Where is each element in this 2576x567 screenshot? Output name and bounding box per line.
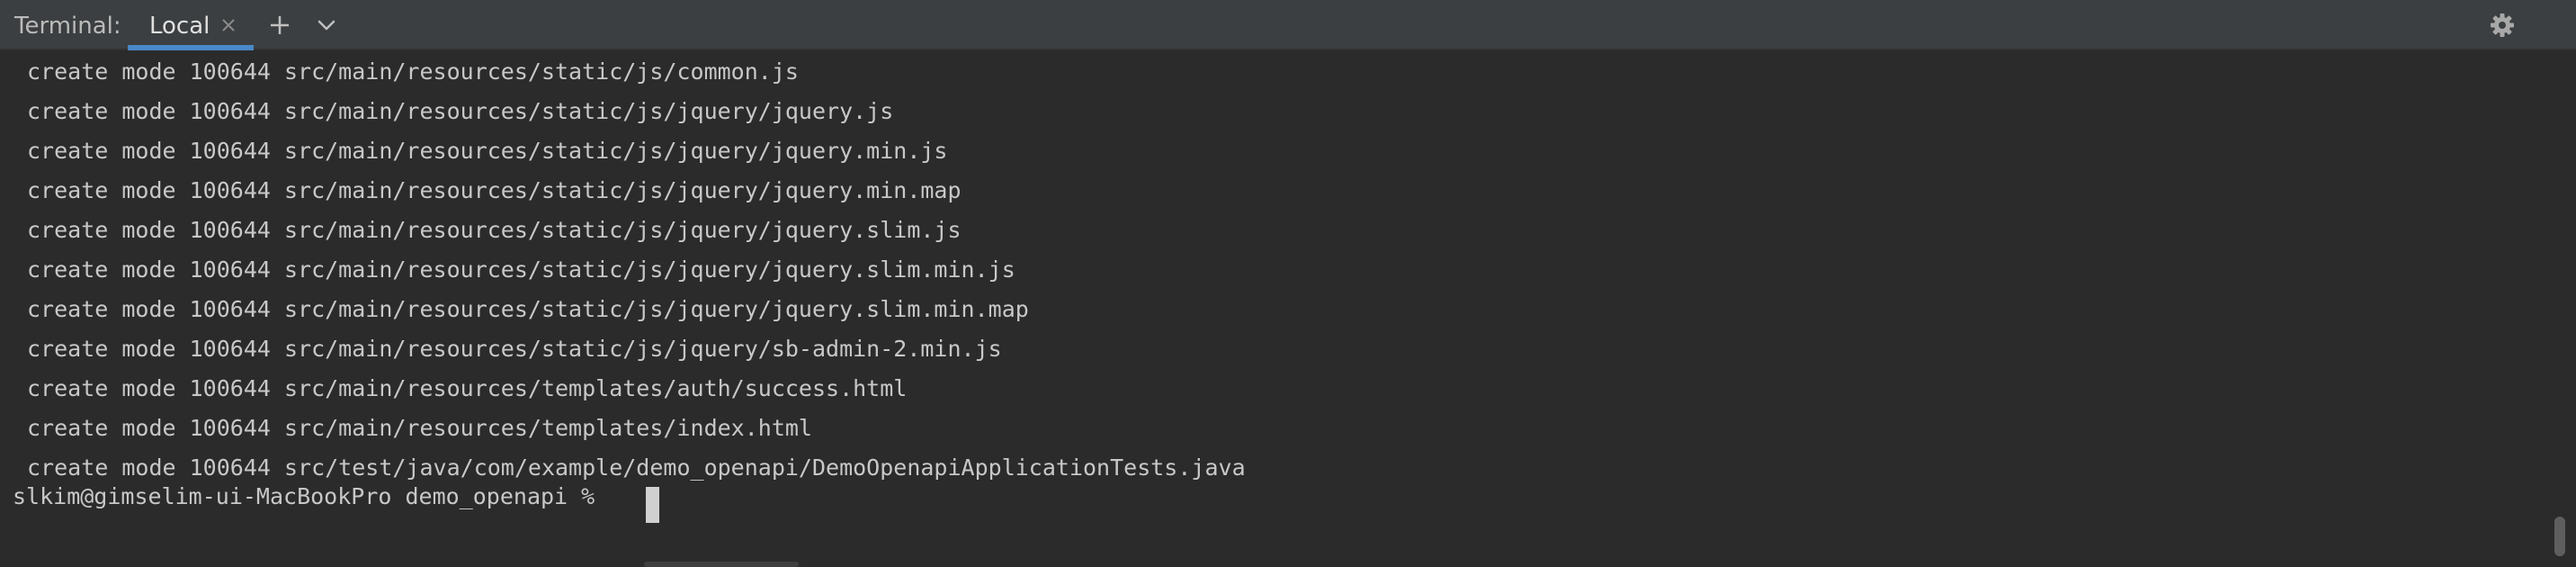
output-line: create mode 100644 src/main/resources/st… <box>27 98 894 124</box>
shell-prompt[interactable]: slkim@gimselim-ui-MacBookPro demo_openap… <box>13 477 608 517</box>
output-line: create mode 100644 src/main/resources/te… <box>27 415 812 441</box>
terminal-toolbar: Terminal: Local <box>0 0 2576 50</box>
tab-local[interactable]: Local <box>128 0 254 50</box>
gear-icon[interactable] <box>2487 10 2518 40</box>
output-line: create mode 100644 src/main/resources/st… <box>27 177 962 203</box>
text-cursor <box>646 487 659 523</box>
output-line: create mode 100644 src/main/resources/st… <box>27 138 948 164</box>
chevron-down-icon[interactable] <box>311 10 342 40</box>
terminal-title: Terminal: <box>14 13 121 40</box>
tab-label: Local <box>149 13 210 40</box>
output-line: create mode 100644 src/main/resources/te… <box>27 375 908 401</box>
output-line: create mode 100644 src/main/resources/st… <box>27 217 962 243</box>
output-line: create mode 100644 src/main/resources/st… <box>27 58 799 85</box>
close-icon[interactable] <box>216 13 241 38</box>
output-line: create mode 100644 src/main/resources/st… <box>27 296 1029 322</box>
output-line: create mode 100644 src/main/resources/st… <box>27 256 1015 283</box>
vertical-scrollbar[interactable] <box>2554 517 2565 556</box>
plus-icon[interactable] <box>264 10 295 40</box>
horizontal-scrollbar[interactable] <box>644 562 799 567</box>
output-line: create mode 100644 src/main/resources/st… <box>27 336 1002 362</box>
